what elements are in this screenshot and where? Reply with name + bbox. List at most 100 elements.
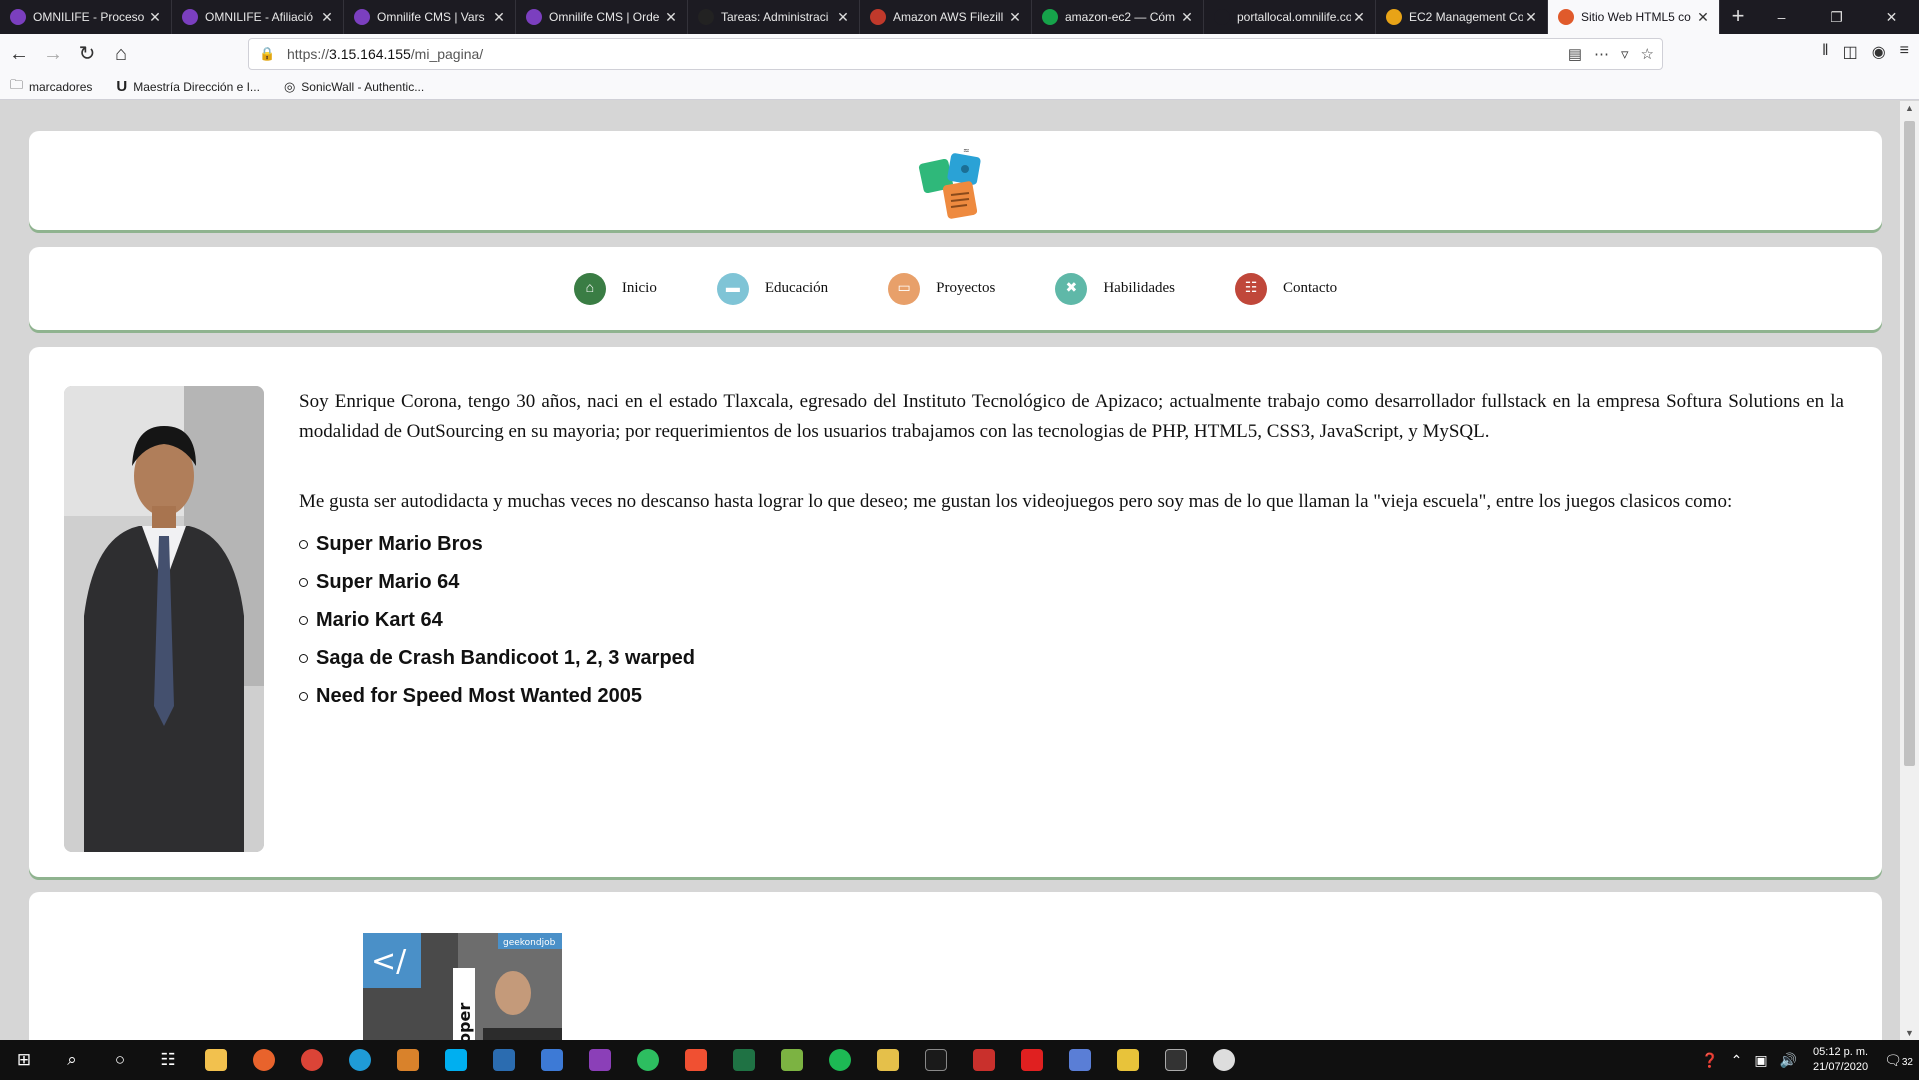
chrome-icon[interactable] bbox=[288, 1040, 336, 1080]
volume-icon[interactable]: 🔊 bbox=[1780, 1052, 1797, 1069]
bookmark-item[interactable]: ◎ SonicWall - Authentic... bbox=[284, 79, 424, 95]
new-tab-button[interactable]: + bbox=[1720, 0, 1756, 34]
tab-title: Omnilife CMS | Vars bbox=[377, 10, 485, 24]
tab-close-icon[interactable]: ✕ bbox=[319, 9, 335, 26]
page-scrollbar[interactable]: ▲ ▼ bbox=[1900, 101, 1919, 1040]
browser-tab[interactable]: portallocal.omnilife.com ✕ bbox=[1204, 0, 1376, 34]
library-icon[interactable]: ‖ bbox=[1822, 42, 1829, 62]
store-icon[interactable] bbox=[480, 1040, 528, 1080]
pocket-icon[interactable]: ▿ bbox=[1621, 45, 1629, 63]
search-icon[interactable]: ⌕ bbox=[48, 1040, 96, 1080]
tray-expand-icon[interactable]: ⌃ bbox=[1731, 1052, 1743, 1069]
developer-caption: developer bbox=[455, 1003, 474, 1040]
tab-close-icon[interactable]: ✕ bbox=[835, 9, 851, 26]
tab-title: OMNILIFE - Afiliació bbox=[205, 10, 314, 24]
reader-view-icon[interactable]: ▤ bbox=[1568, 45, 1582, 63]
mail-icon[interactable] bbox=[528, 1040, 576, 1080]
app-icon-6[interactable] bbox=[1200, 1040, 1248, 1080]
close-window-button[interactable]: ✕ bbox=[1864, 0, 1919, 34]
browser-tab[interactable]: OMNILIFE - Afiliació ✕ bbox=[172, 0, 344, 34]
browser-tab[interactable]: Omnilife CMS | Orde ✕ bbox=[516, 0, 688, 34]
bookmark-star-icon[interactable]: ☆ bbox=[1641, 45, 1654, 63]
bullet-icon bbox=[299, 691, 308, 701]
browser-tab[interactable]: Amazon AWS Filezill ✕ bbox=[860, 0, 1032, 34]
scroll-down-icon[interactable]: ▼ bbox=[1900, 1028, 1919, 1038]
tab-close-icon[interactable]: ✕ bbox=[1523, 9, 1539, 26]
url-bar[interactable]: 🔒 https://3.15.164.155/mi_pagina/ ▤ ⋯ ▿ … bbox=[248, 38, 1663, 70]
terminal-icon[interactable] bbox=[1152, 1040, 1200, 1080]
reload-icon[interactable]: ↻ bbox=[72, 39, 102, 69]
menu-item-educación[interactable]: ▬ Educación bbox=[716, 272, 828, 305]
menu-item-contacto[interactable]: ☷ Contacto bbox=[1234, 272, 1337, 305]
clock-date: 21/07/2020 bbox=[1813, 1061, 1869, 1073]
account-icon[interactable]: ◉ bbox=[1872, 42, 1886, 62]
help-icon[interactable]: ❓ bbox=[1701, 1052, 1718, 1069]
firefox-icon[interactable] bbox=[240, 1040, 288, 1080]
lock-icon: 🔒 bbox=[259, 46, 276, 61]
file-explorer-icon[interactable] bbox=[192, 1040, 240, 1080]
tab-favicon-icon bbox=[10, 9, 26, 25]
browser-tab[interactable]: amazon-ec2 — Cóm ✕ bbox=[1032, 0, 1204, 34]
app-icon-5[interactable] bbox=[1104, 1040, 1152, 1080]
app-icon-2[interactable] bbox=[864, 1040, 912, 1080]
url-text[interactable]: https://3.15.164.155/mi_pagina/ bbox=[287, 46, 483, 62]
tab-close-icon[interactable]: ✕ bbox=[1007, 9, 1023, 26]
bio-paragraph-1: Soy Enrique Corona, tengo 30 años, naci … bbox=[299, 391, 1844, 442]
browser-tab[interactable]: OMNILIFE - Proceso ✕ bbox=[0, 0, 172, 34]
tab-close-icon[interactable]: ✕ bbox=[1179, 9, 1195, 26]
game-title: Mario Kart 64 bbox=[316, 609, 443, 631]
back-icon[interactable]: ← bbox=[4, 39, 34, 69]
acrobat-icon[interactable] bbox=[1008, 1040, 1056, 1080]
browser-tab[interactable]: Tareas: Administraci ✕ bbox=[688, 0, 860, 34]
more-actions-icon[interactable]: ⋯ bbox=[1594, 45, 1609, 63]
phpstorm-icon[interactable] bbox=[576, 1040, 624, 1080]
evernote-icon[interactable] bbox=[624, 1040, 672, 1080]
menu-item-proyectos[interactable]: ▭ Proyectos bbox=[888, 272, 995, 305]
bookmark-item[interactable]: 🗀 marcadores bbox=[10, 76, 92, 98]
notifications-icon[interactable]: 🗨32 bbox=[1884, 1052, 1913, 1069]
site-logo: ≈ bbox=[918, 146, 981, 219]
bookmark-item[interactable]: U Maestría Dirección e I... bbox=[116, 78, 260, 95]
network-icon[interactable]: ▣ bbox=[1754, 1052, 1767, 1069]
game-title: Super Mario 64 bbox=[316, 571, 460, 593]
notepad-icon[interactable] bbox=[768, 1040, 816, 1080]
taskbar: ⊞ ⌕ ○ ☷ ❓ ⌃ ▣ 🔊 05:12 p. m. 21/07/2020 🗨… bbox=[0, 1040, 1919, 1080]
tab-close-icon[interactable]: ✕ bbox=[1695, 9, 1711, 26]
tools-icon: ✖ bbox=[1055, 272, 1088, 305]
browser-tab[interactable]: Omnilife CMS | Vars ✕ bbox=[344, 0, 516, 34]
clock-time: 05:12 p. m. bbox=[1813, 1046, 1869, 1058]
cortana-icon[interactable]: ○ bbox=[96, 1040, 144, 1080]
tab-close-icon[interactable]: ✕ bbox=[147, 9, 163, 26]
sidebar-icon[interactable]: ◫ bbox=[1843, 42, 1858, 62]
tab-close-icon[interactable]: ✕ bbox=[663, 9, 679, 26]
app-icon-3[interactable] bbox=[960, 1040, 1008, 1080]
menu-item-inicio[interactable]: ⌂ Inicio bbox=[573, 272, 657, 305]
forward-icon[interactable]: → bbox=[38, 39, 68, 69]
clock[interactable]: 05:12 p. m. 21/07/2020 bbox=[1813, 1045, 1868, 1075]
restore-button[interactable]: ❐ bbox=[1809, 0, 1864, 34]
browser-tab[interactable]: Sitio Web HTML5 co ✕ bbox=[1548, 0, 1720, 34]
windows-start-icon[interactable]: ⊞ bbox=[0, 1040, 48, 1080]
edge-icon[interactable] bbox=[336, 1040, 384, 1080]
projects-card: </ developer geekondjob bbox=[29, 892, 1882, 1040]
home-icon[interactable]: ⌂ bbox=[106, 39, 136, 69]
menu-icon[interactable]: ≡ bbox=[1900, 42, 1909, 62]
tab-title: portallocal.omnilife.com bbox=[1237, 10, 1351, 24]
scroll-up-icon[interactable]: ▲ bbox=[1900, 103, 1919, 113]
tab-close-icon[interactable]: ✕ bbox=[491, 9, 507, 26]
app-icon-4[interactable] bbox=[1056, 1040, 1104, 1080]
menu-item-habilidades[interactable]: ✖ Habilidades bbox=[1055, 272, 1175, 305]
browser-tab[interactable]: EC2 Management Co ✕ bbox=[1376, 0, 1548, 34]
git-icon[interactable] bbox=[672, 1040, 720, 1080]
app-icon-1[interactable] bbox=[384, 1040, 432, 1080]
prime-video-icon[interactable] bbox=[912, 1040, 960, 1080]
scrollbar-thumb[interactable] bbox=[1904, 121, 1915, 766]
minimize-button[interactable]: – bbox=[1754, 0, 1809, 34]
tab-title: Amazon AWS Filezill bbox=[893, 10, 1004, 24]
task-view-icon[interactable]: ☷ bbox=[144, 1040, 192, 1080]
tab-close-icon[interactable]: ✕ bbox=[1351, 9, 1367, 26]
spotify-icon[interactable] bbox=[816, 1040, 864, 1080]
main-menu: ⌂ Inicio ▬ Educación ▭ Proyectos ✖ Habilidades ☷… bbox=[29, 247, 1882, 330]
excel-icon[interactable] bbox=[720, 1040, 768, 1080]
skype-icon[interactable] bbox=[432, 1040, 480, 1080]
